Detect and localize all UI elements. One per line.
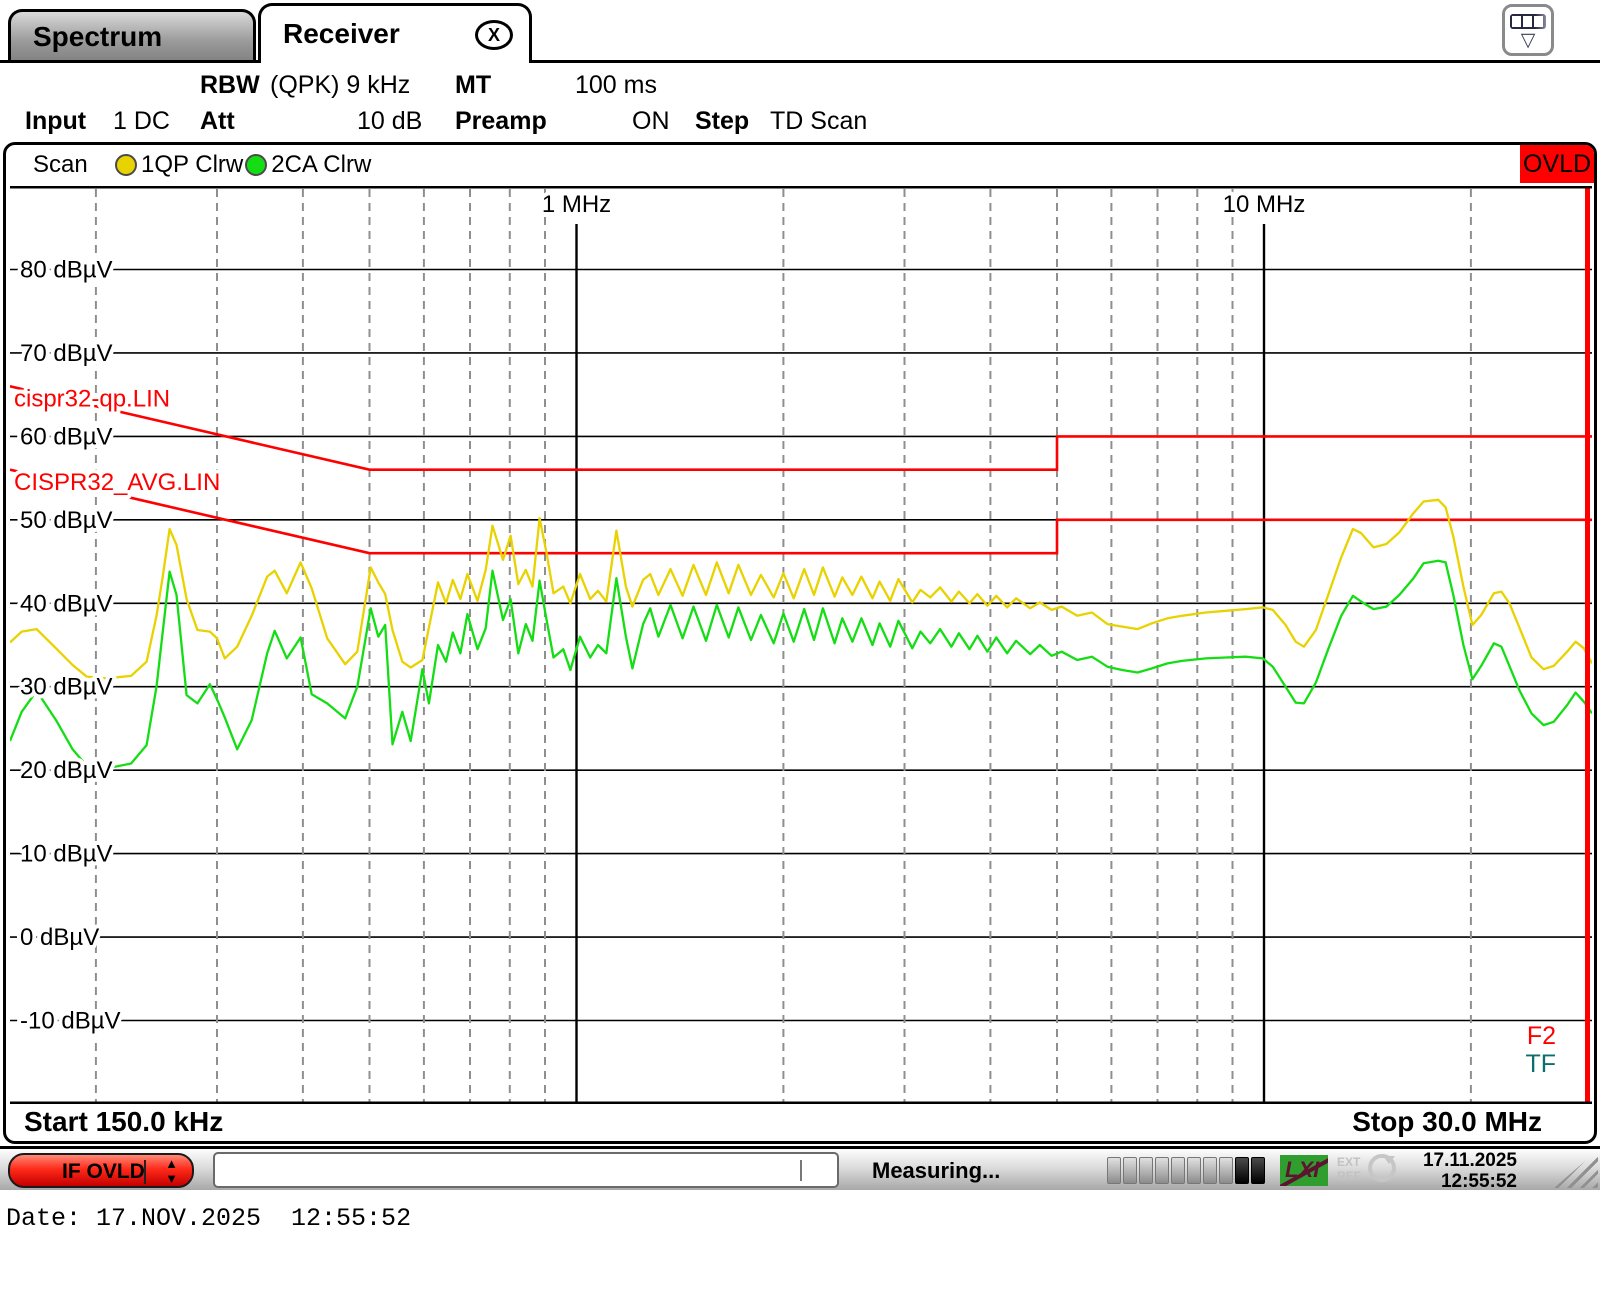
trace-label: 2CA Clrw — [271, 151, 371, 179]
y-tick-label: 80 dBµV — [20, 257, 113, 284]
progress-segment — [1235, 1157, 1249, 1184]
status-date: 17.11.2025 — [1405, 1150, 1517, 1171]
tab-receiver[interactable]: Receiver X — [258, 3, 532, 63]
limit-line — [10, 470, 1592, 554]
progress-segment — [1219, 1157, 1233, 1184]
y-tick-label: 20 dBµV — [20, 757, 113, 784]
x-tick-label: 10 MHz — [1223, 191, 1306, 218]
close-tab-icon[interactable]: X — [475, 20, 513, 50]
input-label[interactable]: Input — [25, 107, 86, 136]
preamp-value[interactable]: ON — [632, 107, 670, 136]
ext-ref-label: EXT REF — [1337, 1155, 1361, 1183]
progress-segment — [1123, 1157, 1137, 1184]
progress-segment — [1171, 1157, 1185, 1184]
scan-title: Scan — [33, 151, 88, 179]
y-tick-label: 0 dBµV — [20, 924, 99, 951]
y-gridlines — [10, 270, 1592, 1021]
limit-line-label: cispr32-qp.LIN — [14, 385, 170, 412]
measuring-status: Measuring... — [872, 1158, 1000, 1184]
y-tick-label: 70 dBµV — [20, 340, 113, 367]
rbw-value[interactable]: (QPK) 9 kHz — [270, 71, 410, 100]
tab-spectrum[interactable]: Spectrum — [8, 9, 256, 61]
limit-line-label: CISPR32_AVG.LIN — [14, 469, 220, 496]
preamp-label[interactable]: Preamp — [455, 107, 547, 136]
ref-clock-icon — [1368, 1154, 1396, 1182]
att-value[interactable]: 10 dB — [357, 107, 422, 136]
input-value[interactable]: 1 DC — [113, 107, 170, 136]
settings-readout: RBW (QPK) 9 kHz MT 100 ms Input 1 DC Att… — [0, 63, 1600, 142]
f2-marker-label: F2 — [1527, 1022, 1556, 1051]
x-tick-label: 1 MHz — [542, 191, 611, 218]
legend-trace-1[interactable]: 1QP Clrw — [115, 151, 243, 179]
tab-receiver-label: Receiver — [283, 18, 400, 50]
y-tick-label: 10 dBµV — [20, 841, 113, 868]
spinner-arrows-icon[interactable]: ▲▼ — [165, 1156, 178, 1186]
if-ovld-divider — [144, 1160, 146, 1184]
y-tick-label: 60 dBµV — [20, 423, 113, 450]
trace-1QP Clrw — [10, 500, 1592, 679]
if-ovld-button[interactable]: IF OVLD ▲▼ — [8, 1153, 194, 1188]
progress-segment — [1139, 1157, 1153, 1184]
step-label[interactable]: Step — [695, 107, 749, 136]
limit-line — [10, 386, 1592, 469]
screenshot-date-note: Date: 17.NOV.2025 12:55:52 — [6, 1204, 411, 1233]
resize-grip[interactable] — [1554, 1150, 1598, 1188]
measurement-progress-bar — [1107, 1157, 1265, 1184]
date-time: 17.11.2025 12:55:52 — [1405, 1150, 1517, 1192]
progress-segment — [1203, 1157, 1217, 1184]
display-layout-button[interactable]: ▽ — [1502, 4, 1554, 56]
progress-segment — [1187, 1157, 1201, 1184]
start-frequency[interactable]: Start 150.0 kHz — [24, 1106, 223, 1138]
y-tick-label: 30 dBµV — [20, 674, 113, 701]
receiver-app-window: Spectrum Receiver X ▽ RBW (QPK) 9 kHz MT… — [0, 0, 1600, 1292]
trace-color-dot — [115, 154, 137, 176]
mt-label[interactable]: MT — [455, 71, 491, 100]
trace-2CA Clrw — [10, 561, 1592, 769]
att-label[interactable]: Att — [200, 107, 235, 136]
stop-frequency[interactable]: Stop 30.0 MHz — [1352, 1106, 1542, 1138]
step-value[interactable]: TD Scan — [770, 107, 867, 136]
status-bar: IF OVLD ▲▼ Measuring... LXI EXT REF 17.1… — [0, 1146, 1600, 1190]
legend-trace-2[interactable]: 2CA Clrw — [245, 151, 371, 179]
progress-segment — [1251, 1157, 1265, 1184]
display-bar-icon — [1510, 14, 1546, 29]
lxi-indicator: LXI — [1280, 1155, 1328, 1186]
y-tick-label: -10 dBµV — [20, 1008, 121, 1035]
scan-position-marker — [1585, 186, 1590, 1104]
chevron-down-icon: ▽ — [1505, 31, 1551, 50]
y-tick-label: 50 dBµV — [20, 507, 113, 534]
rbw-label[interactable]: RBW — [200, 71, 260, 100]
if-ovld-label: IF OVLD — [62, 1160, 145, 1184]
scan-chart: 1 MHz 10 MHz 80 dBµV 70 dBµV 60 dBµV 50 dBµV 4… — [10, 186, 1592, 1104]
mt-value[interactable]: 100 ms — [575, 71, 657, 100]
progress-segment — [1155, 1157, 1169, 1184]
tf-marker-label: TF — [1525, 1050, 1556, 1079]
tab-spectrum-label: Spectrum — [33, 21, 162, 53]
ovld-badge: OVLD — [1520, 145, 1594, 183]
trace-legend: 1QP Clrw 2CA Clrw — [115, 151, 373, 179]
trace-color-dot — [245, 154, 267, 176]
progress-segment — [1107, 1157, 1121, 1184]
trace-label: 1QP Clrw — [141, 151, 243, 179]
tab-row-divider — [0, 60, 1600, 63]
scan-header-bar: Scan 1QP Clrw 2CA Clrw OVLD — [3, 142, 1597, 186]
status-time: 12:55:52 — [1405, 1171, 1517, 1192]
status-message-field[interactable] — [213, 1152, 839, 1188]
y-tick-label: 40 dBµV — [20, 590, 113, 617]
text-caret — [800, 1160, 802, 1181]
